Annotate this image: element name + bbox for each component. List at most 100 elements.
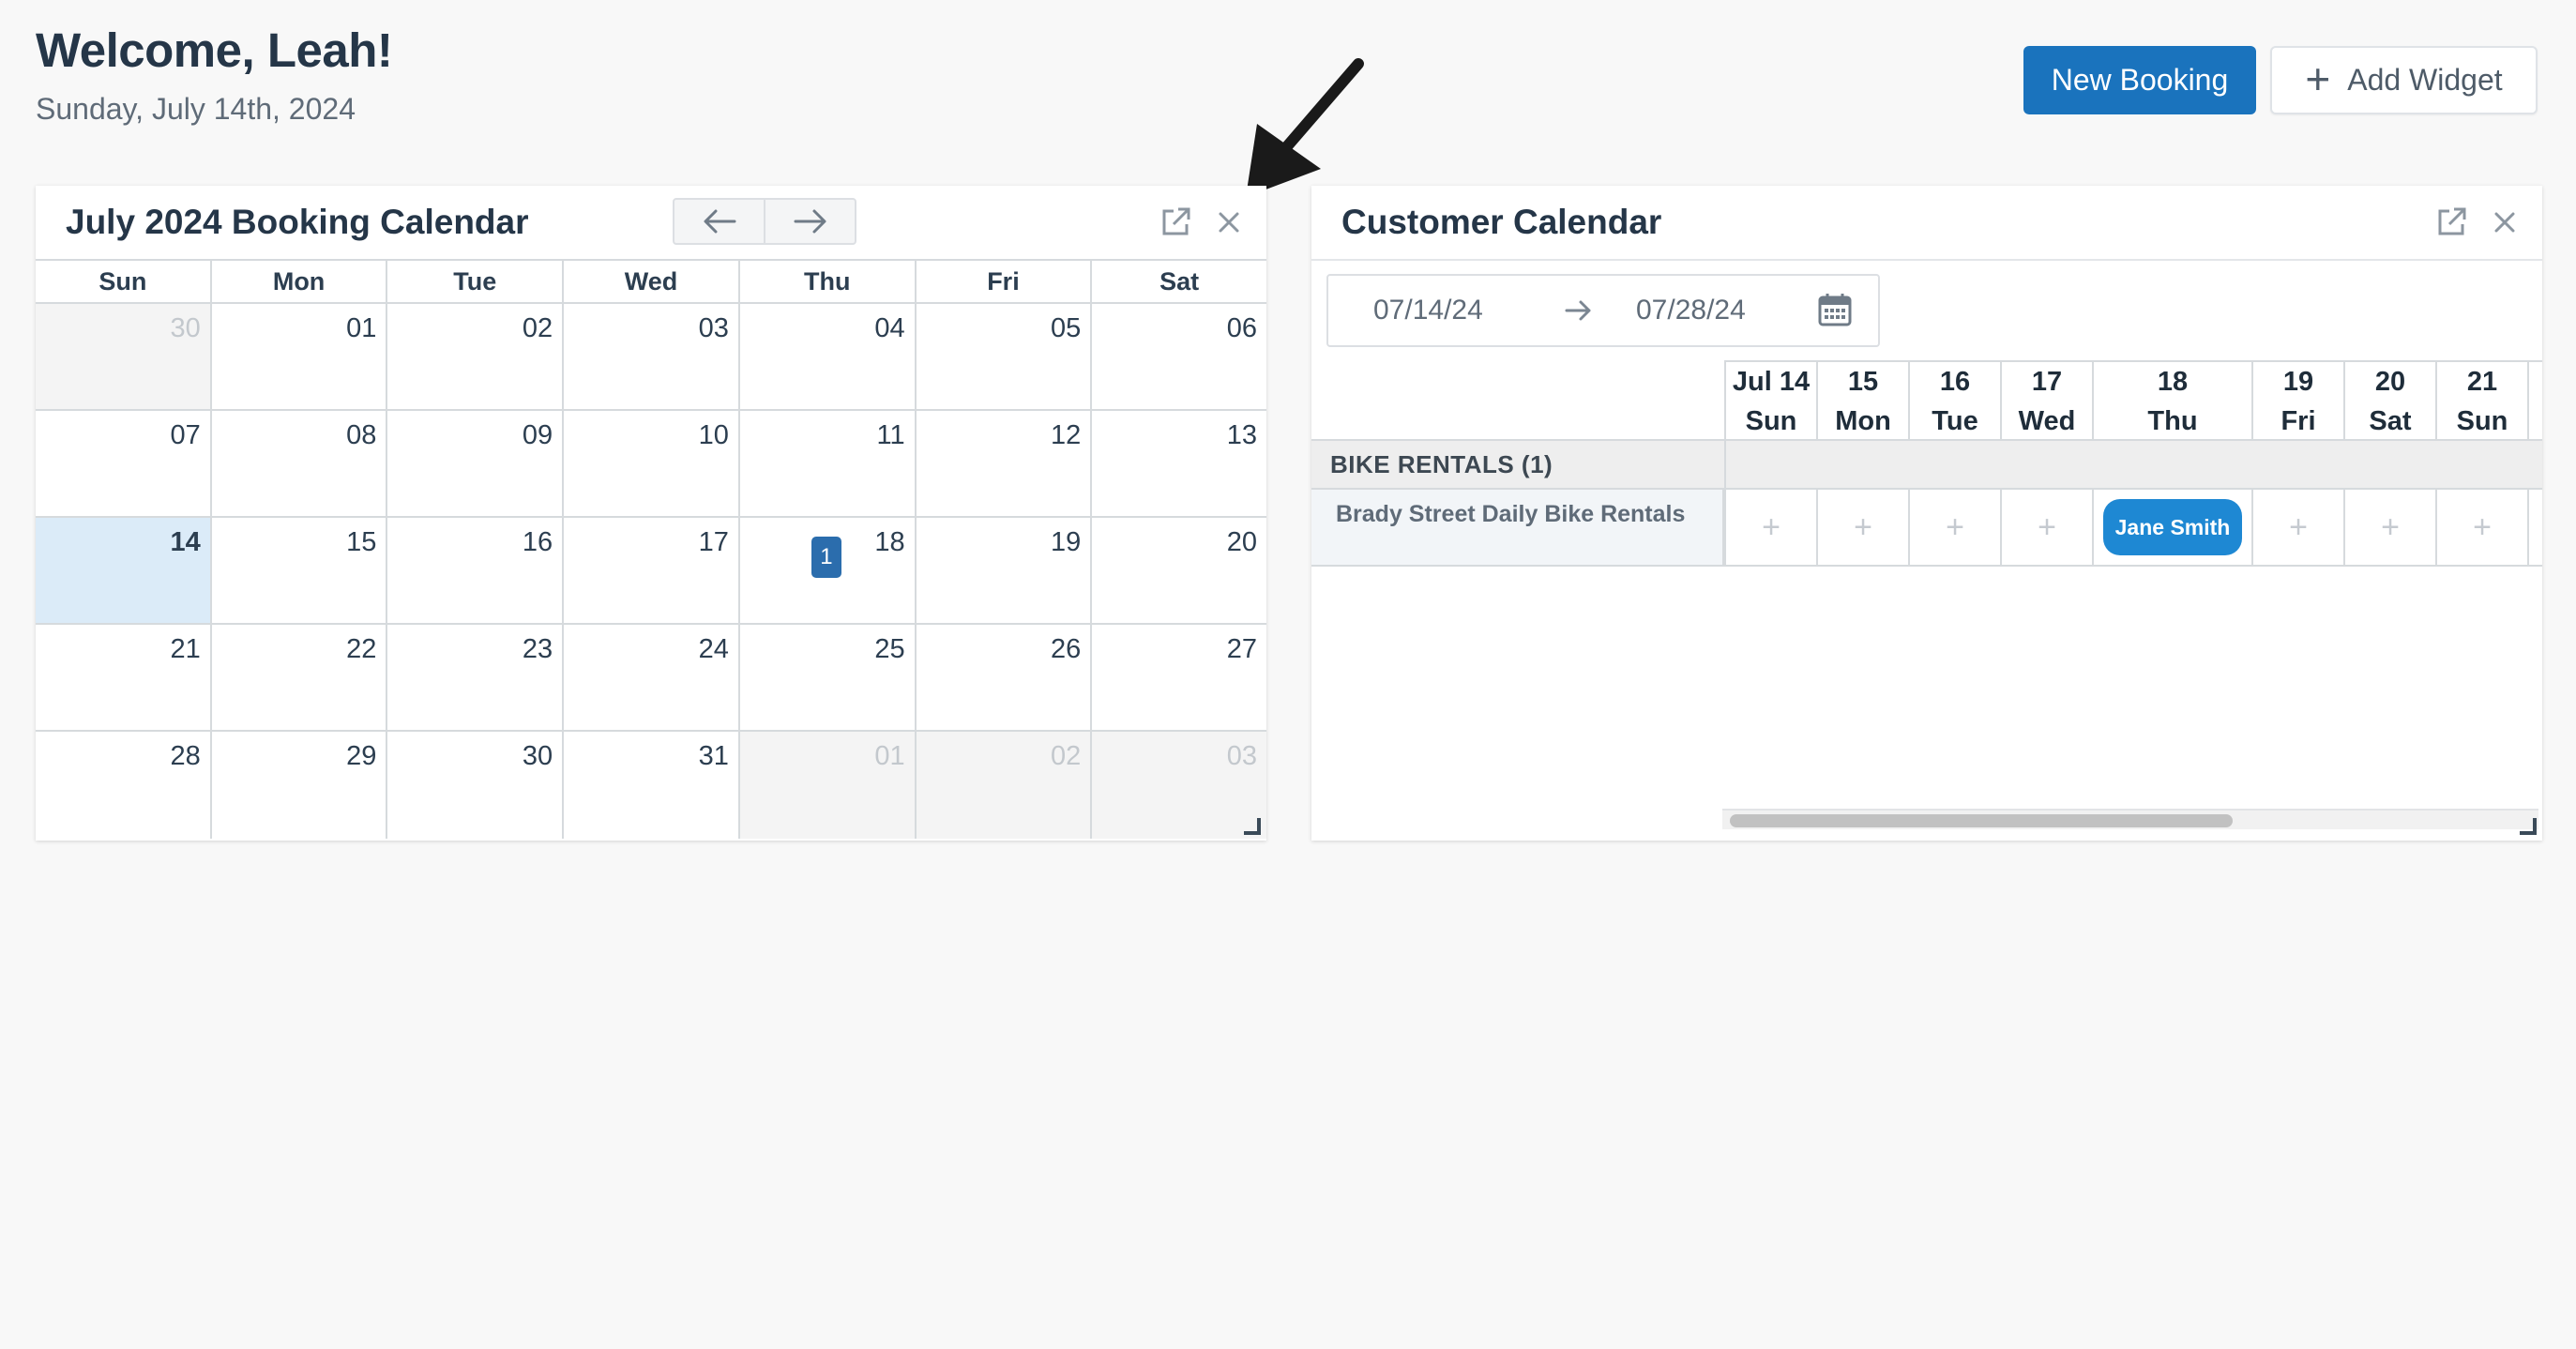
timeline-cell[interactable]: + (1908, 490, 2000, 565)
day-number: 31 (698, 741, 729, 771)
customer-calendar-widget: Customer Calendar 07/14/24 07/28/24 Jul … (1311, 186, 2542, 841)
calendar-day[interactable]: 04 (740, 304, 917, 409)
add-widget-button[interactable]: + Add Widget (2270, 46, 2538, 114)
column-weekday: Fri (2281, 406, 2316, 436)
day-number: 03 (698, 313, 729, 343)
day-number: 22 (346, 634, 377, 664)
calendar-day[interactable]: 01 (739, 732, 917, 839)
calendar-day[interactable]: 20 (1092, 518, 1266, 623)
external-link-icon[interactable] (1158, 205, 1193, 240)
timeline-cell[interactable]: Jane Smith (2092, 490, 2251, 565)
current-date: Sunday, July 14th, 2024 (36, 92, 356, 126)
timeline-cell[interactable]: + (2527, 490, 2542, 565)
column-weekday: Sat (2369, 406, 2412, 436)
resource-row: Brady Street Daily Bike Rentals + + + + Jane… (1311, 490, 2542, 567)
column-weekday: Wed (2018, 406, 2076, 436)
calendar-day[interactable]: 28 (36, 732, 212, 839)
calendar-day[interactable]: 07 (36, 411, 212, 516)
calendar-week-row: 30 01 02 03 04 05 06 (36, 304, 1266, 411)
calendar-day[interactable]: 08 (212, 411, 388, 516)
booking-count-badge[interactable]: 1 (811, 537, 841, 578)
day-number: 11 (876, 420, 905, 450)
plus-icon: + (2305, 53, 2331, 103)
timeline-cell[interactable]: + (2343, 490, 2435, 565)
weekday-label: Tue (387, 261, 565, 302)
range-start-date[interactable]: 07/14/24 (1373, 295, 1483, 326)
calendar-day[interactable]: 03 (564, 304, 740, 409)
calendar-day[interactable]: 09 (387, 411, 565, 516)
external-link-icon[interactable] (2433, 205, 2469, 240)
calendar-day[interactable]: 29 (212, 732, 388, 839)
column-weekday: Sun (2456, 406, 2508, 436)
scrollbar-thumb[interactable] (1730, 814, 2233, 827)
prev-month-button[interactable] (674, 200, 764, 243)
timeline-cell[interactable]: + (1724, 490, 1816, 565)
close-icon[interactable] (1211, 205, 1247, 240)
horizontal-scrollbar[interactable] (1722, 809, 2538, 829)
calendar-day[interactable]: 22 (212, 625, 388, 730)
resize-handle-icon[interactable] (1244, 818, 1261, 835)
calendar-day[interactable]: 15 (212, 518, 388, 623)
timeline-date-column: 18 Thu (2092, 362, 2251, 441)
day-number: 29 (346, 741, 377, 771)
date-range-picker[interactable]: 07/14/24 07/28/24 (1326, 274, 1880, 347)
booking-pill[interactable]: Jane Smith (2103, 499, 2242, 555)
timeline-cell[interactable]: + (2435, 490, 2527, 565)
calendar-day[interactable]: 23 (387, 625, 565, 730)
column-date: Jul 14 (1732, 367, 1811, 397)
booking-calendar-widget: July 2024 Booking Calendar Sun Mon Tue Wed T… (36, 186, 1267, 841)
calendar-day[interactable]: 27 (1092, 625, 1266, 730)
calendar-day[interactable]: 06 (1092, 304, 1266, 409)
calendar-day[interactable]: 16 (387, 518, 565, 623)
calendar-day[interactable]: 12 (917, 411, 1093, 516)
calendar-day[interactable]: 02 (916, 732, 1093, 839)
calendar-day[interactable]: 13 (1092, 411, 1266, 516)
day-number: 25 (874, 634, 905, 664)
timeline-date-column: 16 Tue (1908, 362, 2000, 441)
day-number: 16 (522, 527, 553, 557)
day-number: 04 (874, 313, 905, 343)
day-number: 03 (1226, 741, 1258, 771)
day-number: 26 (1051, 634, 1082, 664)
timeline-cell[interactable]: + (2000, 490, 2092, 565)
calendar-day[interactable]: 10 (564, 411, 740, 516)
day-number: 06 (1226, 313, 1258, 343)
calendar-day[interactable]: 05 (917, 304, 1093, 409)
calendar-day[interactable]: 11 (740, 411, 917, 516)
calendar-day[interactable]: 01 (212, 304, 388, 409)
timeline-date-column: 20 Sat (2343, 362, 2435, 441)
new-booking-button[interactable]: New Booking (2023, 46, 2256, 114)
resource-group-row: BIKE RENTALS (1) (1311, 439, 2542, 492)
calendar-day[interactable]: 25 (740, 625, 917, 730)
close-icon[interactable] (2487, 205, 2523, 240)
calendar-day[interactable]: 26 (917, 625, 1093, 730)
timeline-cell[interactable]: + (2251, 490, 2343, 565)
resource-label: Brady Street Daily Bike Rentals (1311, 490, 1724, 565)
calendar-day[interactable]: 21 (36, 625, 212, 730)
column-date: 18 (2157, 367, 2189, 397)
day-number: 01 (346, 313, 377, 343)
calendar-day[interactable]: 24 (564, 625, 740, 730)
resize-handle-icon[interactable] (2520, 818, 2537, 835)
welcome-heading: Welcome, Leah! (36, 23, 393, 77)
calendar-icon[interactable] (1816, 291, 1854, 328)
calendar-day[interactable]: 30 (387, 732, 565, 839)
calendar-day[interactable]: 19 (917, 518, 1093, 623)
timeline-cell[interactable]: + (1816, 490, 1908, 565)
calendar-day-today[interactable]: 14 (36, 518, 212, 623)
calendar-day[interactable]: 02 (387, 304, 565, 409)
next-month-button[interactable] (764, 200, 855, 243)
arrow-left-icon (704, 209, 735, 234)
weekday-label: Fri (917, 261, 1093, 302)
calendar-day[interactable]: 03 (1092, 732, 1267, 839)
calendar-day[interactable]: 30 (36, 304, 212, 409)
timeline-date-header: Jul 14 Sun 15 Mon 16 Tue 17 Wed 18 Thu 19 Fri 20 Sat 2… (1724, 360, 2542, 441)
add-booking-plus-icon: + (2381, 508, 2400, 545)
customer-calendar-header: Customer Calendar (1311, 186, 2542, 259)
range-end-date[interactable]: 07/28/24 (1636, 295, 1746, 326)
day-number: 21 (170, 634, 201, 664)
calendar-day[interactable]: 17 (564, 518, 740, 623)
calendar-day[interactable]: 18 1 (740, 518, 917, 623)
calendar-day[interactable]: 31 (564, 732, 740, 839)
calendar-week-row: 07 08 09 10 11 12 13 (36, 411, 1266, 518)
